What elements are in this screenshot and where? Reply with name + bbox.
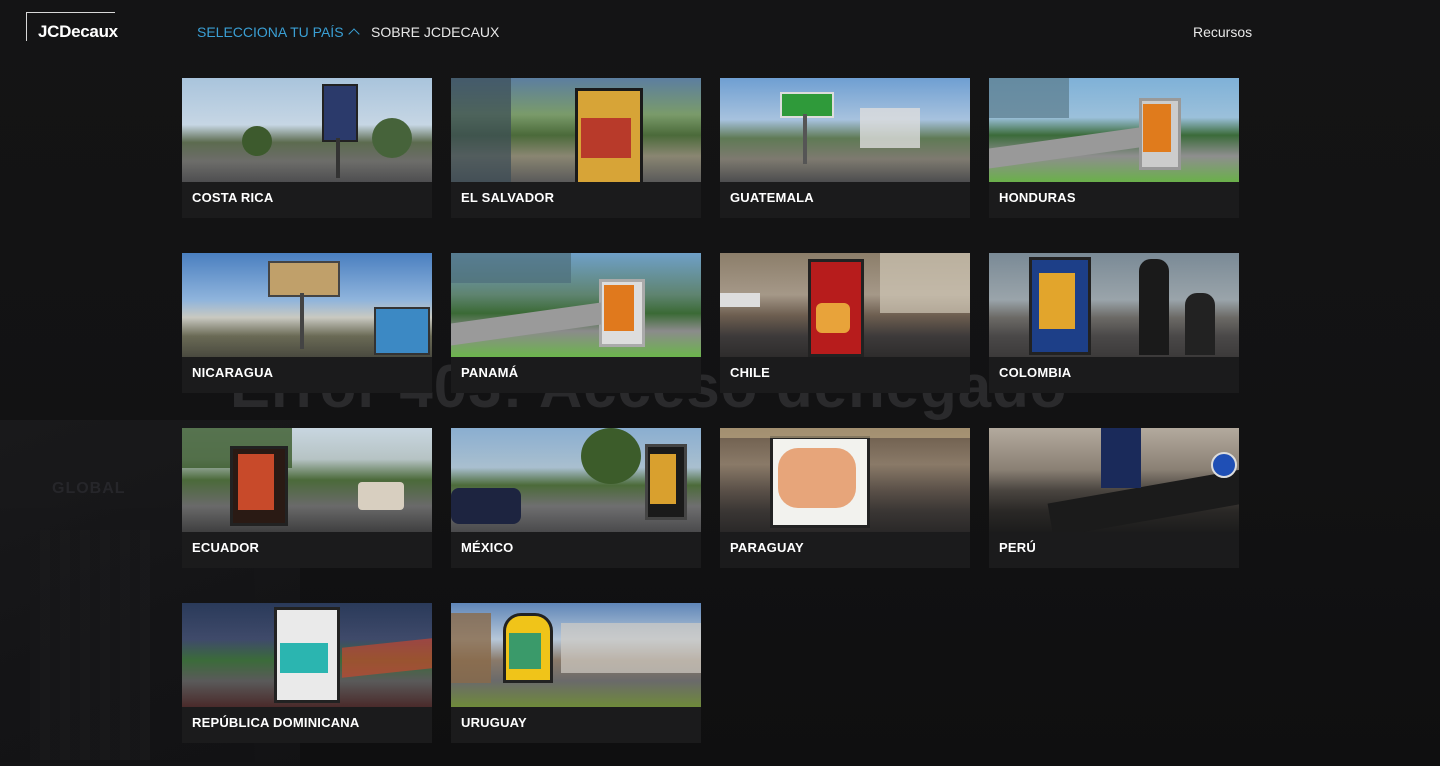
country-name: GUATEMALA [730,190,814,205]
logo-text: JCDecaux [38,22,118,41]
country-photo [451,428,701,532]
country-name: ECUADOR [192,540,260,555]
country-name: CHILE [730,365,770,380]
country-name: MÉXICO [461,540,514,555]
chevron-up-icon [347,28,360,40]
country-photo [451,78,701,182]
country-photo [720,428,970,532]
select-country-menu[interactable]: SELECCIONA TU PAÍS [197,24,360,40]
country-name: EL SALVADOR [461,190,555,205]
country-name: PANAMÁ [461,365,519,380]
country-card-guatemala[interactable]: GUATEMALA [720,78,970,218]
country-card-ecuador[interactable]: ECUADOR [182,428,432,568]
country-name: NICARAGUA [192,365,274,380]
background-global-text: GLOBAL [52,480,126,497]
country-name: URUGUAY [461,715,527,730]
country-photo [182,253,432,357]
country-card-chile[interactable]: CHILE [720,253,970,393]
country-photo [182,428,432,532]
jcdecaux-logo[interactable]: JCDecaux [26,12,122,42]
country-name: REPÚBLICA DOMINICANA [192,715,360,730]
resources-link[interactable]: Recursos [1193,24,1252,40]
country-card-panama[interactable]: PANAMÁ [451,253,701,393]
country-photo [182,78,432,182]
country-card-honduras[interactable]: HONDURAS [989,78,1239,218]
country-photo [451,603,701,707]
country-photo [989,78,1239,182]
country-card-el-salvador[interactable]: EL SALVADOR [451,78,701,218]
country-card-colombia[interactable]: COLOMBIA [989,253,1239,393]
country-photo [720,78,970,182]
country-card-uruguay[interactable]: URUGUAY [451,603,701,743]
country-name: PERÚ [999,540,1036,555]
country-card-republica-dominicana[interactable]: REPÚBLICA DOMINICANA [182,603,432,743]
country-photo [989,428,1239,532]
country-name: HONDURAS [999,190,1076,205]
country-photo [451,253,701,357]
country-card-costa-rica[interactable]: COSTA RICA [182,78,432,218]
country-card-nicaragua[interactable]: NICARAGUA [182,253,432,393]
country-photo [720,253,970,357]
about-jcdecaux-link[interactable]: SOBRE JCDECAUX [371,24,499,40]
country-photo [989,253,1239,357]
country-card-mexico[interactable]: MÉXICO [451,428,701,568]
country-name: COLOMBIA [999,365,1072,380]
country-card-peru[interactable]: PERÚ [989,428,1239,568]
country-name: COSTA RICA [192,190,274,205]
country-name: PARAGUAY [730,540,804,555]
select-country-label: SELECCIONA TU PAÍS [197,24,344,40]
top-navigation: JCDecaux SELECCIONA TU PAÍS SOBRE JCDECA… [0,0,1440,62]
country-photo [182,603,432,707]
country-card-paraguay[interactable]: PARAGUAY [720,428,970,568]
